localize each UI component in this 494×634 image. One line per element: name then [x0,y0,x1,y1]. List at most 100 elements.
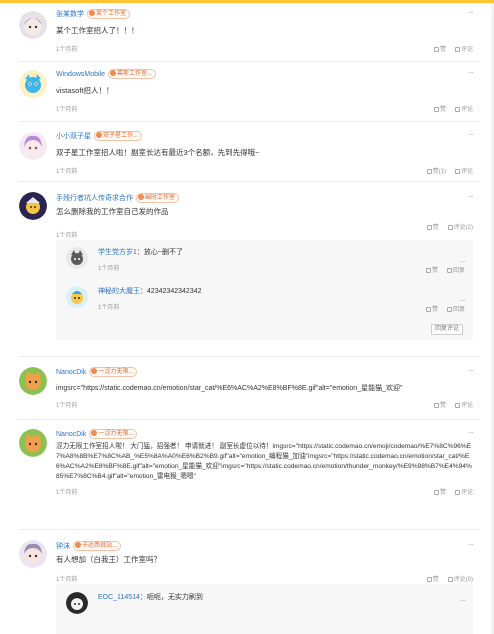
like-button[interactable]: 赞 [426,222,439,231]
comment-meta: 赞 评论(2) [56,222,473,232]
comment-text: 怎么删除我的工作室自己发的作品 [56,207,169,216]
like-label: 赞 [439,403,446,409]
thumbs-up-icon [425,268,431,273]
reply-button[interactable]: 评论 [454,400,473,409]
timestamp: 1个月前 [98,305,120,311]
comment-item: NanocDik 一涩力无限... imgsrc="https://static.… [0,364,487,418]
avatar[interactable] [66,286,88,308]
more-dots-icon[interactable]: ··· [468,130,474,139]
divider [19,61,480,62]
studio-badge[interactable]: 幕斯工作室... [108,69,157,79]
reply-button[interactable]: 回复 [446,304,465,313]
username[interactable]: 张某数学 [56,9,84,19]
like-button[interactable]: 赞 [425,304,438,313]
badge-icon [110,70,117,76]
username[interactable]: 钟沫 [56,541,70,551]
reply-username[interactable]: EOC_114514 [98,594,140,601]
timestamp: 1个月前 [98,266,120,272]
studio-badge[interactable]: 一涩力无限... [89,429,138,439]
timestamp: 1个月前 [56,577,78,583]
like-label: 赞 [439,490,446,496]
studio-badge[interactable]: 双子星工作... [94,131,143,141]
reply-button[interactable]: 评论 [454,44,473,53]
more-dots-icon[interactable]: ··· [468,428,474,437]
more-dots-icon[interactable]: ··· [460,596,466,605]
reply-list: EOC_114514：呃呃，无实力刷到 ··· [56,584,473,634]
avatar[interactable] [19,429,47,457]
more-dots-icon[interactable]: ··· [468,366,474,375]
reply-button[interactable]: 评论(2) [447,222,473,231]
reply-button[interactable]: 评论 [454,104,473,113]
avatar[interactable] [19,367,47,395]
reply-meta: ··· [98,596,466,618]
more-dots-icon[interactable]: ··· [468,8,474,17]
thumbs-up-icon [426,225,432,230]
comment-text: 涩力无限工作室招人啦！ 大门猛，招强者！ 申请就进！ 副室长虚位以待！imgsr… [56,443,472,480]
more-dots-icon[interactable]: ··· [468,540,474,549]
like-button[interactable]: 赞 [433,104,446,113]
studio-badge[interactable]: 幽时工作室 [136,193,180,203]
username[interactable]: 小小双子星 [56,131,91,141]
studio-badge[interactable]: 卡达西挑站... [73,541,122,551]
comment-item: WindowsMobile 幕斯工作室... vistasoft招人！！ 1个月前… [0,66,487,122]
more-dots-icon[interactable]: ··· [468,192,474,201]
like-button[interactable]: 赞 [426,574,439,583]
timestamp: 1个月前 [56,107,78,113]
like-button[interactable]: 赞 [433,487,446,496]
like-button[interactable]: 赞 [433,44,446,53]
badge-icon [89,10,95,16]
badge-icon [96,132,102,138]
badge-label: 双子星工作... [103,133,139,139]
comment-meta: 1个月前 赞 评论 [56,104,473,114]
reply-button[interactable]: 评论 [454,487,473,496]
comment-item: 钟沫 卡达西挑站... 有人想加（白我王）工作室吗？ 1个月前 赞 评论(9) ··… [0,538,487,634]
reply-button[interactable]: 评论(9) [447,574,473,583]
badge-label: 一涩力无限... [98,431,134,437]
avatar[interactable] [19,70,47,98]
reply-username[interactable]: 学生党方岁1 [98,249,137,256]
badge-icon [91,368,98,374]
like-button[interactable]: 赞(1) [426,166,446,175]
comment-meta: 1个月前 赞 评论(9) [56,574,473,584]
username[interactable]: WindowsMobile [56,71,105,78]
like-label: 赞 [432,577,439,583]
avatar[interactable] [19,11,47,39]
reply-username[interactable]: 神秘的大魔王 [98,288,140,295]
username[interactable]: 手残行者坑人传奇求合作 [56,193,133,203]
thumbs-up-icon [426,169,432,174]
comment-icon [454,403,460,408]
thumbs-up-icon [433,490,439,495]
avatar[interactable] [66,592,88,614]
reply-button[interactable]: 回复 [446,265,465,274]
comment-icon [447,225,453,230]
reply-comment-button[interactable]: 回复评论 [430,324,463,335]
comment-text: 某个工作室招人了！！！ [56,26,139,35]
comment-icon [447,577,453,582]
avatar[interactable] [19,540,47,568]
comment-icon [454,107,460,112]
reply-label: 评论 [460,47,473,53]
studio-badge[interactable]: 一涩力无限... [89,367,138,377]
reply-item: 学生党方岁1：放心~删不了 1个月前 ··· 赞回复 [64,247,466,275]
more-dots-icon[interactable]: ··· [468,68,474,77]
reply-label: 评论 [460,107,473,113]
username[interactable]: NanocDik [56,369,86,376]
reply-button[interactable]: 评论 [454,166,473,175]
divider [19,121,480,122]
avatar[interactable] [19,132,47,160]
timestamp: 1个月前 [56,403,78,409]
comment-meta: 1个月前 赞 评论 [56,487,473,497]
avatar[interactable] [19,192,47,220]
thumbs-up-icon [426,577,432,582]
comment-text: vistasoft招人！！ [56,86,114,95]
comment-text: 有人想加（白我王）工作室吗？ [56,555,161,564]
reply-item: 神秘的大魔王：42342342342342 1个月前 ··· 赞回复 [64,286,466,314]
username[interactable]: NanocDik [56,431,86,438]
comment-text: 双子星工作室招人啦！副室长达有最近3个名额，先到先得哦~ [56,148,260,157]
divider [19,419,480,420]
avatar[interactable] [66,247,88,269]
like-button[interactable]: 赞 [433,400,446,409]
comment-icon [454,490,460,495]
studio-badge[interactable]: 某个工作室 [87,9,131,19]
like-button[interactable]: 赞 [425,265,438,274]
